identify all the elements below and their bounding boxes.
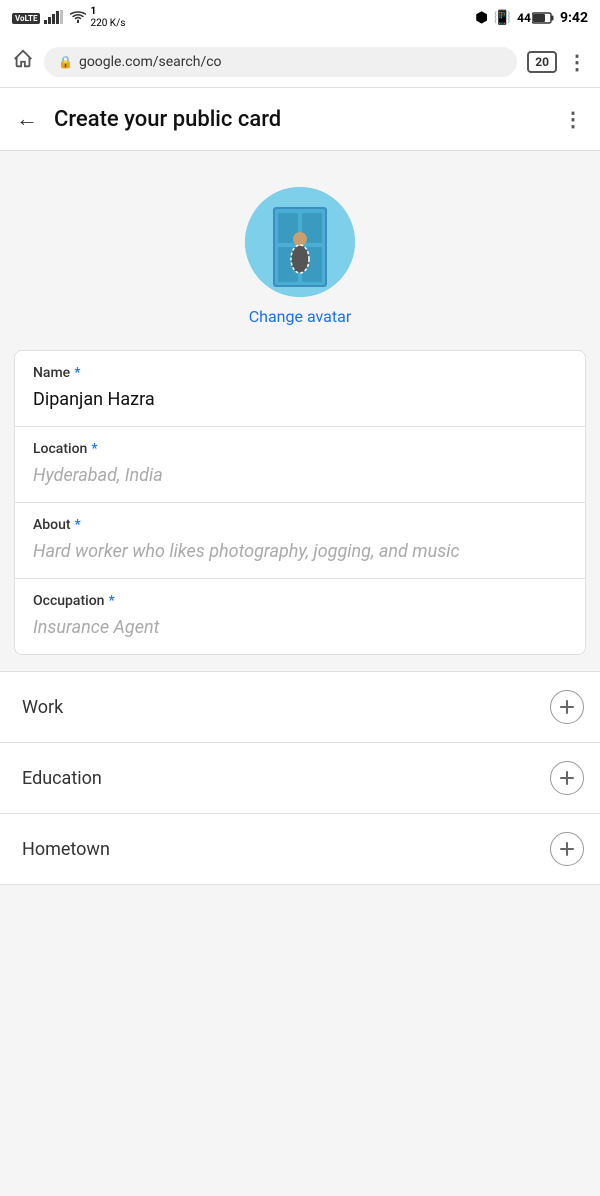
home-button[interactable]	[12, 48, 34, 75]
back-button[interactable]: ←	[16, 102, 46, 136]
education-label: Education	[22, 768, 102, 789]
occupation-placeholder[interactable]: Insurance Agent	[33, 613, 567, 642]
location-placeholder[interactable]: Hyderabad, India	[33, 461, 567, 490]
wifi-icon	[70, 11, 86, 26]
name-field[interactable]: Name * Dipanjan Hazra	[15, 351, 585, 427]
main-content: Change avatar Name * Dipanjan Hazra Loca…	[0, 151, 600, 905]
about-placeholder[interactable]: Hard worker who likes photography, joggi…	[33, 537, 567, 566]
work-label: Work	[22, 697, 63, 718]
browser-bar: 🔒 google.com/search/co 20 ⋮	[0, 36, 600, 88]
change-avatar-button[interactable]: Change avatar	[249, 307, 351, 326]
location-label: Location *	[33, 441, 567, 457]
volte-badge: VoLTE	[12, 13, 40, 24]
work-add-button[interactable]	[550, 690, 584, 724]
status-right: ⬢ 📳 44 9:42	[476, 10, 589, 26]
name-label: Name *	[33, 365, 567, 381]
form-card: Name * Dipanjan Hazra Location * Hyderab…	[14, 350, 586, 655]
tab-count[interactable]: 20	[527, 51, 557, 73]
time-display: 9:42	[560, 10, 588, 26]
data-speed: 1220 K/s	[90, 6, 125, 30]
lock-icon: 🔒	[58, 55, 73, 69]
avatar[interactable]	[245, 187, 355, 297]
page-title: Create your public card	[46, 107, 563, 132]
page-more-button[interactable]: ⋮	[563, 107, 584, 131]
url-bar[interactable]: 🔒 google.com/search/co	[44, 47, 517, 77]
about-required: *	[75, 517, 81, 533]
expandable-sections: Work Education Hometown	[0, 671, 600, 885]
name-value[interactable]: Dipanjan Hazra	[33, 385, 567, 414]
battery-icon: 44	[517, 11, 554, 25]
status-bar: VoLTE 1220 K/s ⬢ 📳 44	[0, 0, 600, 36]
location-required: *	[91, 441, 97, 457]
avatar-section: Change avatar	[0, 171, 600, 350]
hometown-add-button[interactable]	[550, 832, 584, 866]
signal-strength	[44, 10, 66, 27]
url-text: google.com/search/co	[79, 54, 503, 70]
name-required: *	[74, 365, 80, 381]
hometown-section[interactable]: Hometown	[0, 814, 600, 885]
education-section[interactable]: Education	[0, 743, 600, 814]
occupation-label: Occupation *	[33, 593, 567, 609]
page-header: ← Create your public card ⋮	[0, 88, 600, 151]
occupation-field[interactable]: Occupation * Insurance Agent	[15, 579, 585, 654]
about-label: About *	[33, 517, 567, 533]
hometown-label: Hometown	[22, 839, 110, 860]
bluetooth-icon: ⬢	[476, 10, 488, 26]
location-field[interactable]: Location * Hyderabad, India	[15, 427, 585, 503]
browser-more-button[interactable]: ⋮	[567, 50, 588, 74]
vibrate-icon: 📳	[494, 10, 511, 26]
work-section[interactable]: Work	[0, 671, 600, 743]
occupation-required: *	[108, 593, 114, 609]
status-left: VoLTE 1220 K/s	[12, 6, 125, 30]
about-field[interactable]: About * Hard worker who likes photograph…	[15, 503, 585, 579]
education-add-button[interactable]	[550, 761, 584, 795]
